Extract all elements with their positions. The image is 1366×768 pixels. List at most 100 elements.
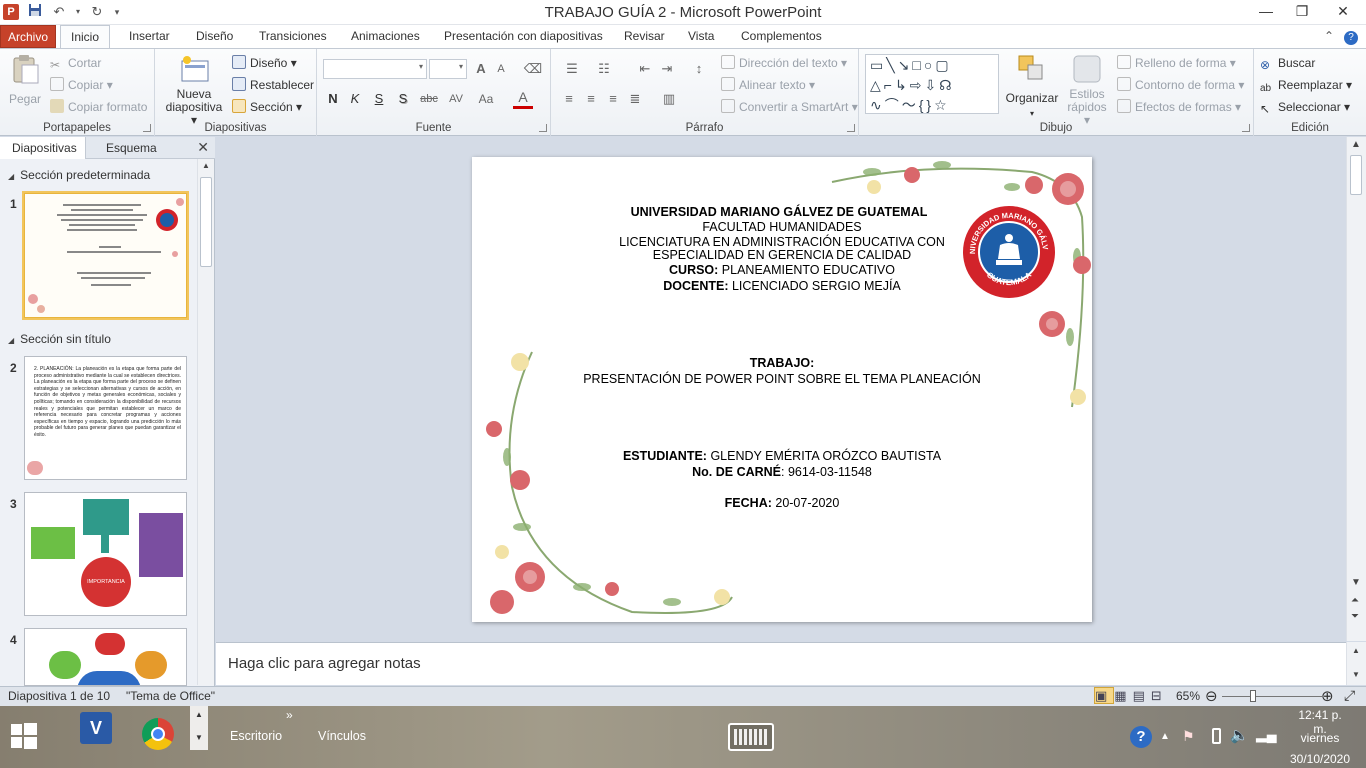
star-shape-icon[interactable]: ☆: [934, 97, 950, 113]
network-tray-icon[interactable]: ▂▄: [1256, 726, 1277, 743]
section-button[interactable]: Sección ▾: [232, 98, 302, 116]
scroll-down-icon[interactable]: ▼: [1351, 577, 1361, 588]
font-size-combo[interactable]: ▾: [429, 59, 467, 79]
drawing-launcher[interactable]: [1242, 124, 1250, 132]
replace-button[interactable]: ab Reemplazar ▾: [1260, 76, 1352, 94]
layout-button[interactable]: Diseño ▾: [232, 54, 297, 72]
strikethrough-button[interactable]: abc: [417, 89, 441, 109]
curve-shape-icon[interactable]: ∿: [870, 97, 885, 113]
select-button[interactable]: ↖ Seleccionar ▾: [1260, 98, 1350, 116]
freeform-shape-icon[interactable]: ☊: [939, 77, 954, 93]
toolbar-chevron[interactable]: »: [286, 708, 293, 722]
minimize-button[interactable]: —: [1248, 0, 1284, 24]
zoom-out-icon[interactable]: ⊖: [1205, 687, 1218, 705]
columns-icon[interactable]: ▥: [659, 89, 679, 109]
tab-inicio[interactable]: Inicio: [60, 25, 111, 49]
triangle-shape-icon[interactable]: △: [870, 77, 884, 93]
bullets-icon[interactable]: ☰: [559, 59, 585, 79]
notes-scroll-up-icon[interactable]: ▲: [1352, 646, 1360, 655]
underline-button[interactable]: S: [369, 89, 389, 109]
shapes-gallery[interactable]: ▭╲↘□○▢ △⌐↳⇨⇩☊ ∿⌒〜{}☆: [865, 54, 999, 114]
vinculos-toolbar[interactable]: Vínculos: [318, 729, 366, 743]
arc-shape-icon[interactable]: ⌒: [885, 97, 902, 113]
find-button[interactable]: ⊗ Buscar: [1260, 54, 1315, 72]
smartart-button[interactable]: Convertir a SmartArt ▾: [721, 98, 858, 116]
shrink-font-button[interactable]: A: [491, 59, 511, 79]
section-header-default[interactable]: ◢ Sección predeterminada: [0, 166, 197, 184]
grow-font-button[interactable]: A: [471, 59, 491, 79]
new-slide-button[interactable]: Nueva diapositiva ▾: [161, 53, 227, 127]
slide-area-scrollbar[interactable]: ▲ ▼ ⏶ ⏷: [1346, 137, 1366, 641]
right-arrow-shape-icon[interactable]: ⇨: [910, 77, 925, 93]
slide-thumbnail-4[interactable]: [24, 628, 187, 686]
fit-to-window-icon[interactable]: ⤢: [1344, 687, 1355, 704]
save-icon[interactable]: [26, 3, 44, 21]
quick-styles-button[interactable]: Estilos rápidos ▾: [1063, 53, 1111, 127]
chrome-app-icon[interactable]: [142, 718, 174, 750]
align-text-button[interactable]: Alinear texto ▾: [721, 76, 815, 94]
help-icon[interactable]: ?: [1344, 31, 1358, 45]
scroll-up-icon[interactable]: ▲: [202, 161, 210, 170]
slide-thumbnail-3[interactable]: IMPORTANCIA: [24, 492, 187, 616]
scribble-shape-icon[interactable]: 〜: [902, 97, 919, 113]
tab-presentacion[interactable]: Presentación con diapositivas: [434, 25, 613, 48]
align-left-icon[interactable]: ≡: [559, 89, 579, 109]
zoom-level[interactable]: 65%: [1176, 689, 1200, 703]
redo-icon[interactable]: ↻: [88, 3, 106, 21]
right-brace-icon[interactable]: }: [926, 97, 934, 113]
rect-shape-icon[interactable]: □: [912, 57, 923, 73]
tab-transiciones[interactable]: Transiciones: [249, 25, 337, 48]
change-case-button[interactable]: Aa: [475, 89, 497, 109]
numbering-icon[interactable]: ☷: [591, 59, 617, 79]
tab-diseno[interactable]: Diseño: [186, 25, 243, 48]
help-tray-icon[interactable]: ?: [1130, 726, 1152, 748]
battery-tray-icon[interactable]: [1212, 728, 1221, 744]
down-arrow-shape-icon[interactable]: ⇩: [924, 77, 939, 93]
notes-scrollbar[interactable]: ▲ ▼: [1346, 642, 1366, 685]
taskbar-scroll-control[interactable]: ▲ ▼: [190, 706, 208, 750]
decrease-indent-icon[interactable]: ⇤: [635, 59, 655, 79]
paste-button[interactable]: Pegar: [4, 53, 46, 106]
cut-button[interactable]: ✂ Cortar: [50, 54, 101, 72]
shape-effects-button[interactable]: Efectos de formas ▾: [1117, 98, 1241, 116]
zoom-slider-thumb[interactable]: [1250, 690, 1256, 702]
slide-thumbnail-2[interactable]: 2. PLANEACIÓN: La planeación es la etapa…: [24, 356, 187, 480]
minimize-ribbon-icon[interactable]: ⌃: [1324, 29, 1344, 43]
theme-status[interactable]: "Tema de Office": [126, 689, 215, 703]
tab-esquema[interactable]: Esquema: [94, 137, 169, 159]
undo-icon[interactable]: ↶: [50, 3, 68, 21]
slide-sorter-view-icon[interactable]: ▦: [1114, 688, 1132, 703]
security-tray-icon[interactable]: ⚑: [1182, 728, 1195, 745]
powerpoint-app-icon[interactable]: P: [3, 4, 19, 20]
next-slide-icon[interactable]: ⏷: [1351, 611, 1359, 622]
line-shape-icon[interactable]: ╲: [886, 57, 897, 73]
font-name-combo[interactable]: ▾: [323, 59, 427, 79]
elbow-arrow-icon[interactable]: ↳: [895, 77, 910, 93]
tab-archivo[interactable]: Archivo: [0, 25, 56, 48]
clock-day[interactable]: viernes: [1290, 731, 1350, 745]
zoom-in-icon[interactable]: ⊕: [1321, 687, 1334, 705]
customize-qat-icon[interactable]: ▾: [112, 3, 122, 21]
reading-view-icon[interactable]: ▤: [1133, 688, 1151, 703]
char-spacing-button[interactable]: AV: [445, 89, 467, 109]
zoom-slider-track[interactable]: [1222, 696, 1322, 697]
shape-outline-button[interactable]: Contorno de forma ▾: [1117, 76, 1244, 94]
tab-complementos[interactable]: Complementos: [731, 25, 832, 48]
justify-icon[interactable]: ≣: [625, 89, 645, 109]
shadow-button[interactable]: S: [393, 89, 413, 109]
visio-app-icon[interactable]: V: [80, 712, 112, 744]
slides-pane-scrollbar[interactable]: ▲: [197, 159, 214, 685]
tab-insertar[interactable]: Insertar: [119, 25, 180, 48]
font-launcher[interactable]: [539, 124, 547, 132]
notes-placeholder[interactable]: Haga clic para agregar notas: [228, 655, 421, 672]
arrow-line-shape-icon[interactable]: ↘: [898, 57, 913, 73]
textbox-shape-icon[interactable]: ▭: [870, 57, 886, 73]
align-right-icon[interactable]: ≡: [603, 89, 623, 109]
scroll-up-icon[interactable]: ▲: [1351, 139, 1361, 150]
close-button[interactable]: ✕: [1320, 0, 1366, 24]
italic-button[interactable]: K: [345, 89, 365, 109]
rounded-rect-shape-icon[interactable]: ▢: [935, 57, 951, 73]
format-painter-button[interactable]: Copiar formato: [50, 98, 147, 116]
notes-pane[interactable]: Haga clic para agregar notas: [216, 642, 1346, 685]
elbow-connector-icon[interactable]: ⌐: [884, 77, 895, 93]
